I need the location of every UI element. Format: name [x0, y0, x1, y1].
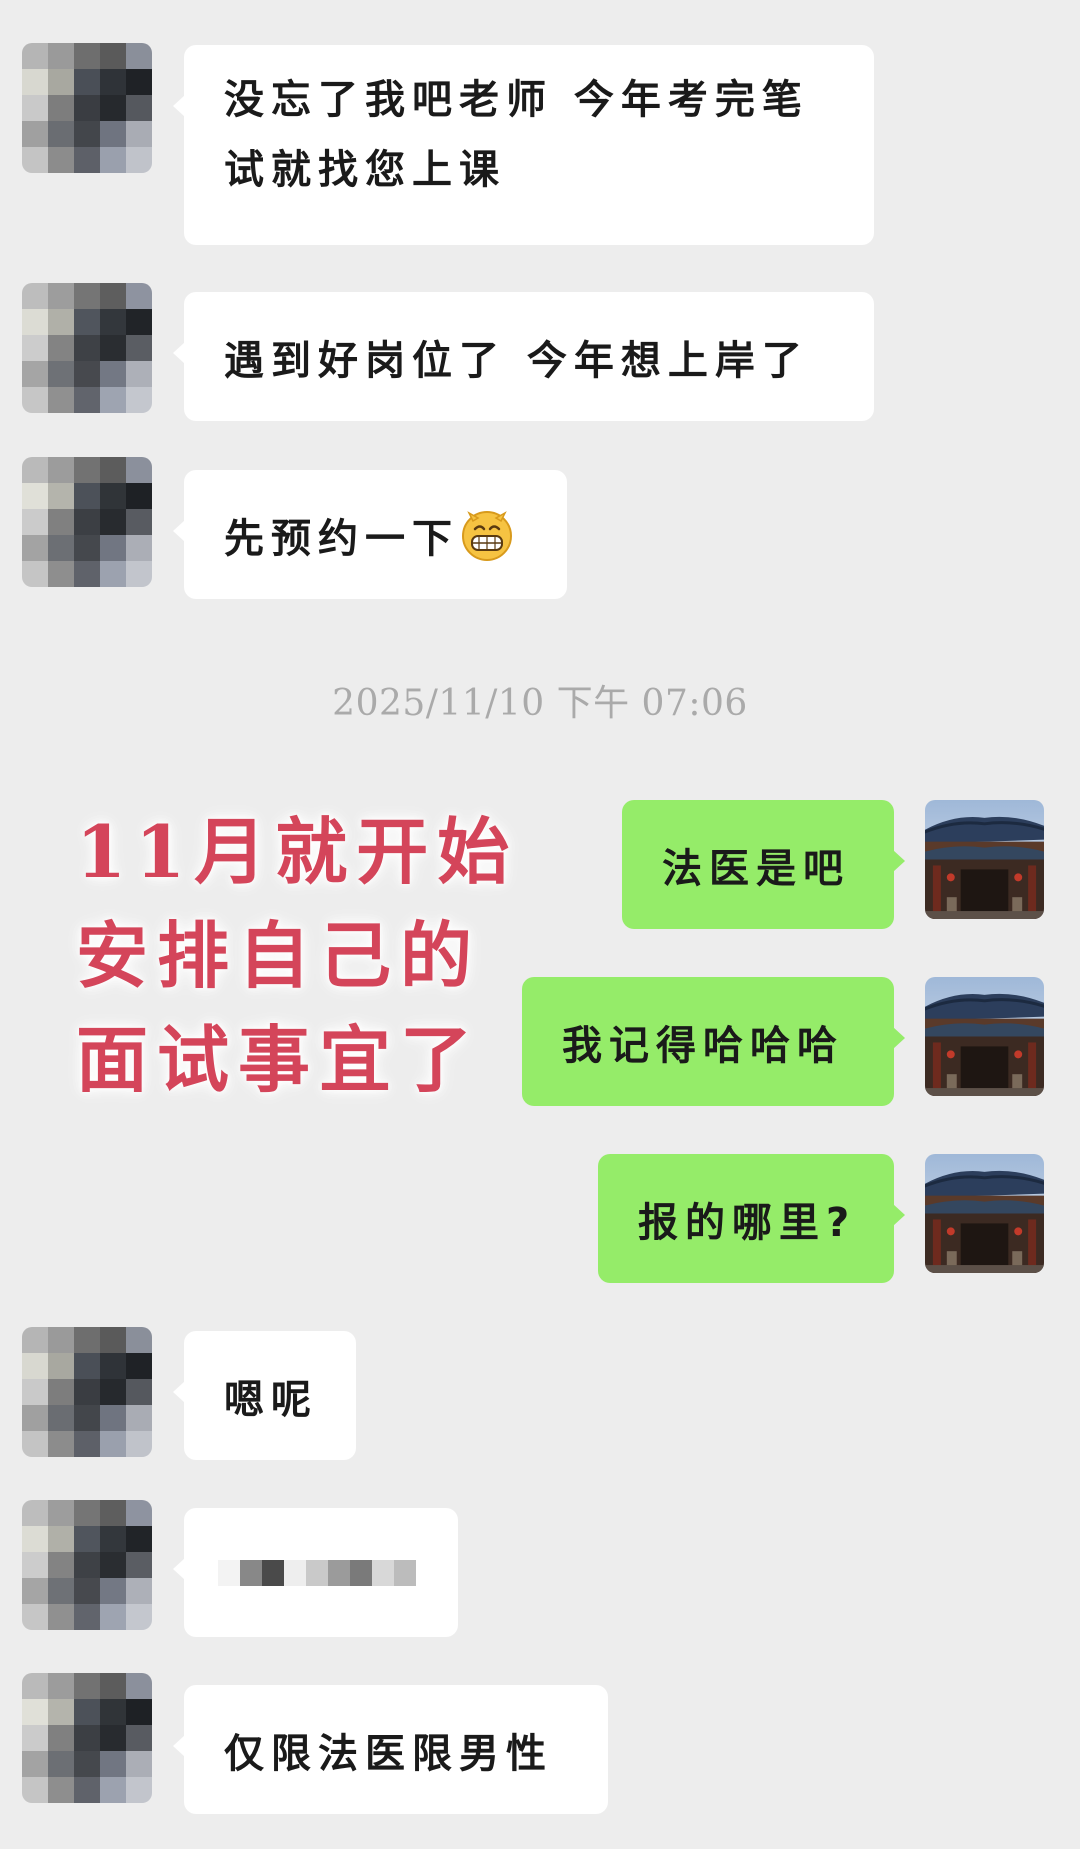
chat-thread: 没忘了我吧老师 今年考完笔 试就找您上课 遇到好岗位了 今年想上岸了 先预约一下…: [0, 0, 1080, 1849]
incoming-message-redacted[interactable]: [173, 1508, 458, 1637]
message-text: 嗯呢: [224, 1376, 318, 1423]
pixelated-avatar: [22, 1500, 152, 1630]
contact-avatar[interactable]: [22, 43, 152, 173]
message-text: 我记得哈哈哈: [562, 1022, 844, 1069]
pixelated-avatar: [22, 1673, 152, 1803]
my-avatar[interactable]: [925, 800, 1044, 919]
contact-avatar[interactable]: [22, 1327, 152, 1457]
pixelated-avatar: [22, 457, 152, 587]
my-avatar[interactable]: [925, 1154, 1044, 1273]
message-timestamp: 2025/11/10 下午 07:06: [332, 683, 748, 724]
overlay-line: 面试事宜了: [76, 1017, 482, 1102]
contact-avatar[interactable]: [22, 1500, 152, 1630]
pixelated-avatar: [22, 283, 152, 413]
overlay-line: 11月就开始: [76, 809, 519, 894]
incoming-message[interactable]: 先预约一下: [173, 470, 567, 599]
grinning-face-emoji-icon: [462, 510, 512, 561]
pixelated-message-content: [218, 1543, 416, 1603]
temple-avatar-icon: [925, 800, 1044, 919]
outgoing-message[interactable]: 法医是吧: [622, 800, 905, 929]
incoming-message[interactable]: 没忘了我吧老师 今年考完笔 试就找您上课: [173, 45, 874, 245]
my-avatar[interactable]: [925, 977, 1044, 1096]
incoming-message[interactable]: 嗯呢: [173, 1331, 356, 1460]
incoming-message[interactable]: 遇到好岗位了 今年想上岸了: [173, 292, 874, 421]
message-text: 没忘了我吧老师 今年考完笔 试就找您上课: [224, 77, 809, 193]
message-text: 遇到好岗位了 今年想上岸了: [224, 337, 809, 384]
temple-avatar-icon: [925, 1154, 1044, 1273]
overlay-annotation: 11月就开始 安排自己的 面试事宜了: [76, 800, 536, 1112]
pixelated-avatar: [22, 43, 152, 173]
outgoing-message[interactable]: 我记得哈哈哈: [522, 977, 905, 1106]
contact-avatar[interactable]: [22, 457, 152, 587]
contact-avatar[interactable]: [22, 1673, 152, 1803]
contact-avatar[interactable]: [22, 283, 152, 413]
message-text: 法医是吧: [662, 845, 850, 892]
message-text: 仅限法医限男性: [224, 1730, 553, 1777]
temple-avatar-icon: [925, 977, 1044, 1096]
incoming-message[interactable]: 仅限法医限男性: [173, 1685, 608, 1814]
message-text: 先预约一下: [224, 515, 459, 562]
outgoing-message[interactable]: 报的哪里?: [598, 1154, 905, 1283]
pixelated-avatar: [22, 1327, 152, 1457]
message-text: 报的哪里?: [638, 1199, 857, 1246]
overlay-line: 安排自己的: [76, 913, 482, 998]
